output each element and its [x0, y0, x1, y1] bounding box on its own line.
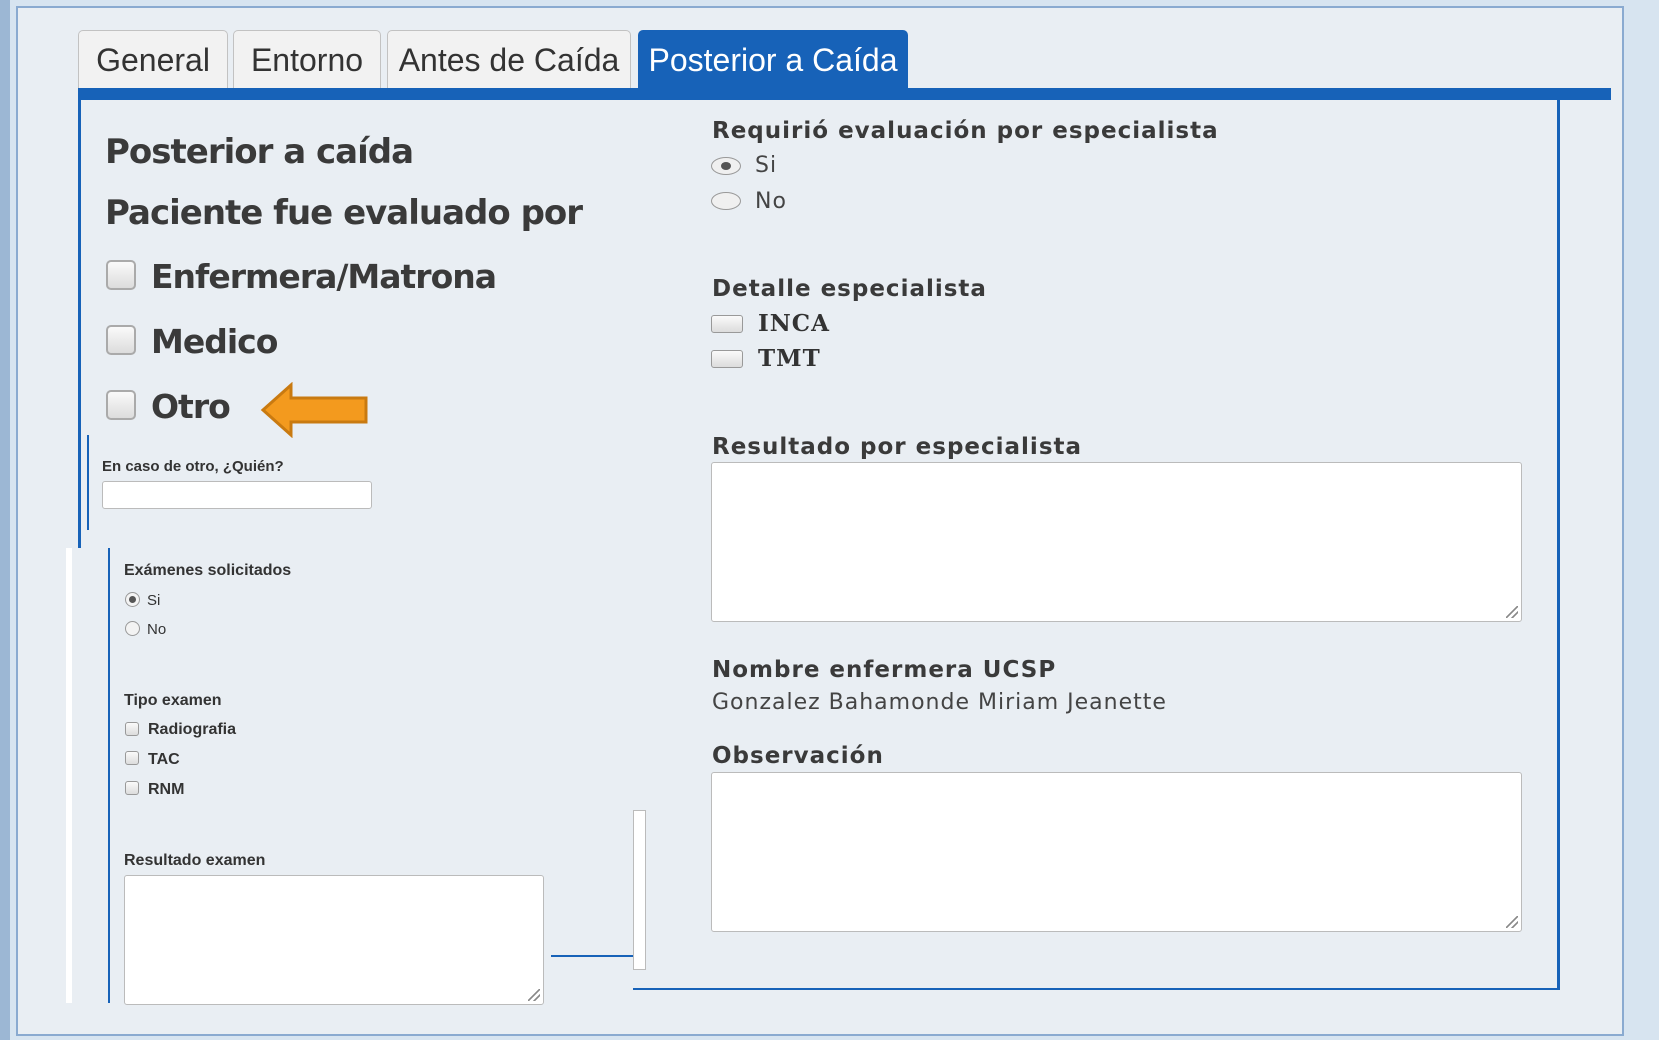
exams-requested-label: Exámenes solicitados	[124, 562, 292, 579]
checkbox-rnm[interactable]	[125, 781, 139, 795]
nurse-name-value: Gonzalez Bahamonde Miriam Jeanette	[712, 690, 1167, 715]
observation-label: Observación	[712, 743, 884, 769]
radio-label: No	[147, 621, 167, 638]
evaluated-by-label: Paciente fue evaluado por	[105, 193, 583, 233]
section-title: Posterior a caída	[105, 132, 414, 172]
exam-result-label: Resultado examen	[124, 852, 266, 869]
checkbox-label: Medico	[151, 322, 278, 361]
window-edge	[0, 0, 10, 1040]
arrow-left-icon	[260, 382, 368, 438]
checkbox-label: Radiografia	[148, 721, 237, 738]
other-who-label: En caso de otro, ¿Quién?	[102, 458, 284, 475]
specialist-question-label: Requirió evaluación por especialista	[712, 118, 1219, 144]
checkbox-radiografia[interactable]	[125, 722, 139, 736]
resize-grip-icon[interactable]	[1506, 606, 1518, 618]
tab-antes-de-caida[interactable]: Antes de Caída	[387, 30, 631, 88]
specialist-detail-label: Detalle especialista	[712, 276, 987, 302]
exam-result-textarea[interactable]	[124, 875, 544, 1005]
other-who-input[interactable]	[102, 481, 372, 509]
section-divider	[87, 435, 89, 530]
checkbox-label: Enfermera/Matrona	[151, 257, 497, 296]
specialist-result-label: Resultado por especialista	[712, 434, 1083, 460]
nurse-name-label: Nombre enfermera UCSP	[712, 657, 1057, 683]
resize-grip-icon[interactable]	[528, 989, 540, 1001]
checkbox-enfermera-matrona[interactable]	[106, 260, 136, 290]
divider-line	[551, 955, 633, 957]
tab-posterior-a-caida[interactable]: Posterior a Caída	[638, 30, 908, 88]
resize-grip-icon[interactable]	[1506, 916, 1518, 928]
checkbox-medico[interactable]	[106, 325, 136, 355]
checkbox-label: Otro	[151, 387, 231, 426]
specialist-result-textarea[interactable]	[711, 462, 1522, 622]
checkbox-otro[interactable]	[106, 390, 136, 420]
checkbox-label: TMT	[758, 345, 821, 372]
checkbox-inca[interactable]	[711, 315, 743, 333]
radio-exams-no[interactable]	[125, 621, 140, 636]
checkbox-label: INCA	[758, 310, 830, 337]
radio-specialist-si[interactable]	[711, 157, 741, 175]
radio-label: No	[755, 189, 787, 214]
radio-specialist-no[interactable]	[711, 192, 741, 210]
observation-textarea[interactable]	[711, 772, 1522, 932]
checkbox-tac[interactable]	[125, 751, 139, 765]
exam-type-label: Tipo examen	[124, 692, 222, 709]
checkbox-label: RNM	[148, 781, 185, 798]
radio-exams-si[interactable]	[125, 592, 140, 607]
radio-label: Si	[147, 592, 161, 609]
checkbox-label: TAC	[148, 751, 180, 768]
radio-label: Si	[755, 153, 778, 178]
checkbox-tmt[interactable]	[711, 350, 743, 368]
tab-underline	[78, 88, 1611, 100]
scroll-edge	[633, 810, 646, 970]
tab-entorno[interactable]: Entorno	[233, 30, 381, 88]
tab-general[interactable]: General	[78, 30, 228, 88]
section-divider	[108, 548, 110, 1003]
